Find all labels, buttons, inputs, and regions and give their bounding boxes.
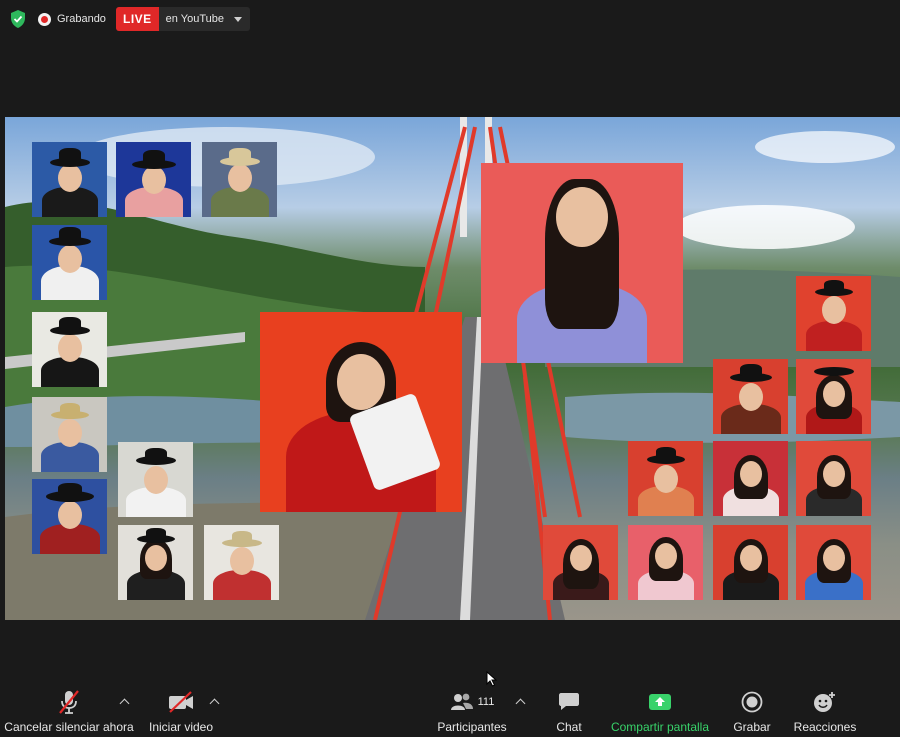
record-dot-icon xyxy=(38,12,51,26)
participants-icon-group: 111 xyxy=(450,688,495,716)
share-screen-button[interactable]: Compartir pantalla xyxy=(610,688,710,737)
shared-screen xyxy=(5,117,900,620)
live-badge: LIVE xyxy=(116,7,159,31)
participant-tile xyxy=(32,397,107,472)
record-icon xyxy=(741,688,763,716)
participant-tile xyxy=(118,442,193,517)
participants-button[interactable]: 111 Participantes xyxy=(436,688,508,737)
participant-tile xyxy=(713,441,788,516)
participant-tile xyxy=(32,312,107,387)
participant-tile xyxy=(713,525,788,600)
participant-tile xyxy=(628,525,703,600)
meeting-toolbar: Cancelar silenciar ahora Iniciar video 1… xyxy=(0,688,900,737)
participant-tile xyxy=(628,441,703,516)
participant-tile xyxy=(202,142,277,217)
live-destination-label: en YouTube xyxy=(165,13,224,25)
participants-options-chevron-icon[interactable] xyxy=(515,698,527,708)
start-video-label: Iniciar video xyxy=(148,720,214,734)
participant-tile xyxy=(543,525,618,600)
participant-tile xyxy=(796,525,871,600)
mute-label: Cancelar silenciar ahora xyxy=(4,720,134,734)
shield-check-icon[interactable] xyxy=(9,9,27,29)
start-video-button[interactable]: Iniciar video xyxy=(146,688,216,737)
share-screen-label: Compartir pantalla xyxy=(610,720,710,734)
audio-options-chevron-icon[interactable] xyxy=(119,698,131,708)
record-button[interactable]: Grabar xyxy=(730,688,774,737)
participant-tile xyxy=(796,441,871,516)
live-stream-control[interactable]: LIVE en YouTube xyxy=(116,7,250,31)
chevron-down-icon xyxy=(234,16,242,22)
people-icon xyxy=(450,693,473,710)
zoom-meeting-window: Grabando LIVE en YouTube Cancelar silenc… xyxy=(0,0,900,737)
participant-tile-featured xyxy=(260,312,462,512)
live-destination-dropdown[interactable]: en YouTube xyxy=(159,7,250,31)
participant-tile-featured xyxy=(481,163,683,363)
top-bar: Grabando LIVE en YouTube xyxy=(0,0,900,40)
video-options-chevron-icon[interactable] xyxy=(209,698,221,708)
chat-label: Chat xyxy=(556,720,582,734)
chat-bubble-icon xyxy=(558,688,580,716)
chat-button[interactable]: Chat xyxy=(550,688,588,737)
share-screen-icon xyxy=(648,688,672,716)
microphone-muted-icon xyxy=(57,688,81,716)
participant-tile xyxy=(118,525,193,600)
participant-tile xyxy=(32,479,107,554)
participants-label: Participantes xyxy=(437,720,507,734)
reactions-label: Reacciones xyxy=(793,720,857,734)
camera-off-icon xyxy=(167,688,195,716)
participant-tile xyxy=(32,225,107,300)
participant-tile xyxy=(116,142,191,217)
participant-tile xyxy=(32,142,107,217)
record-label: Grabar xyxy=(733,720,771,734)
recording-indicator[interactable]: Grabando xyxy=(38,10,106,28)
participant-tile xyxy=(796,276,871,351)
mouse-cursor-icon xyxy=(486,671,498,687)
smiley-plus-icon xyxy=(813,688,837,716)
mute-button[interactable]: Cancelar silenciar ahora xyxy=(4,688,134,737)
participant-tile xyxy=(204,525,279,600)
participant-tile xyxy=(796,359,871,434)
participant-tile xyxy=(713,359,788,434)
reactions-button[interactable]: Reacciones xyxy=(794,688,856,737)
participants-count: 111 xyxy=(477,696,495,708)
recording-label: Grabando xyxy=(57,13,106,25)
